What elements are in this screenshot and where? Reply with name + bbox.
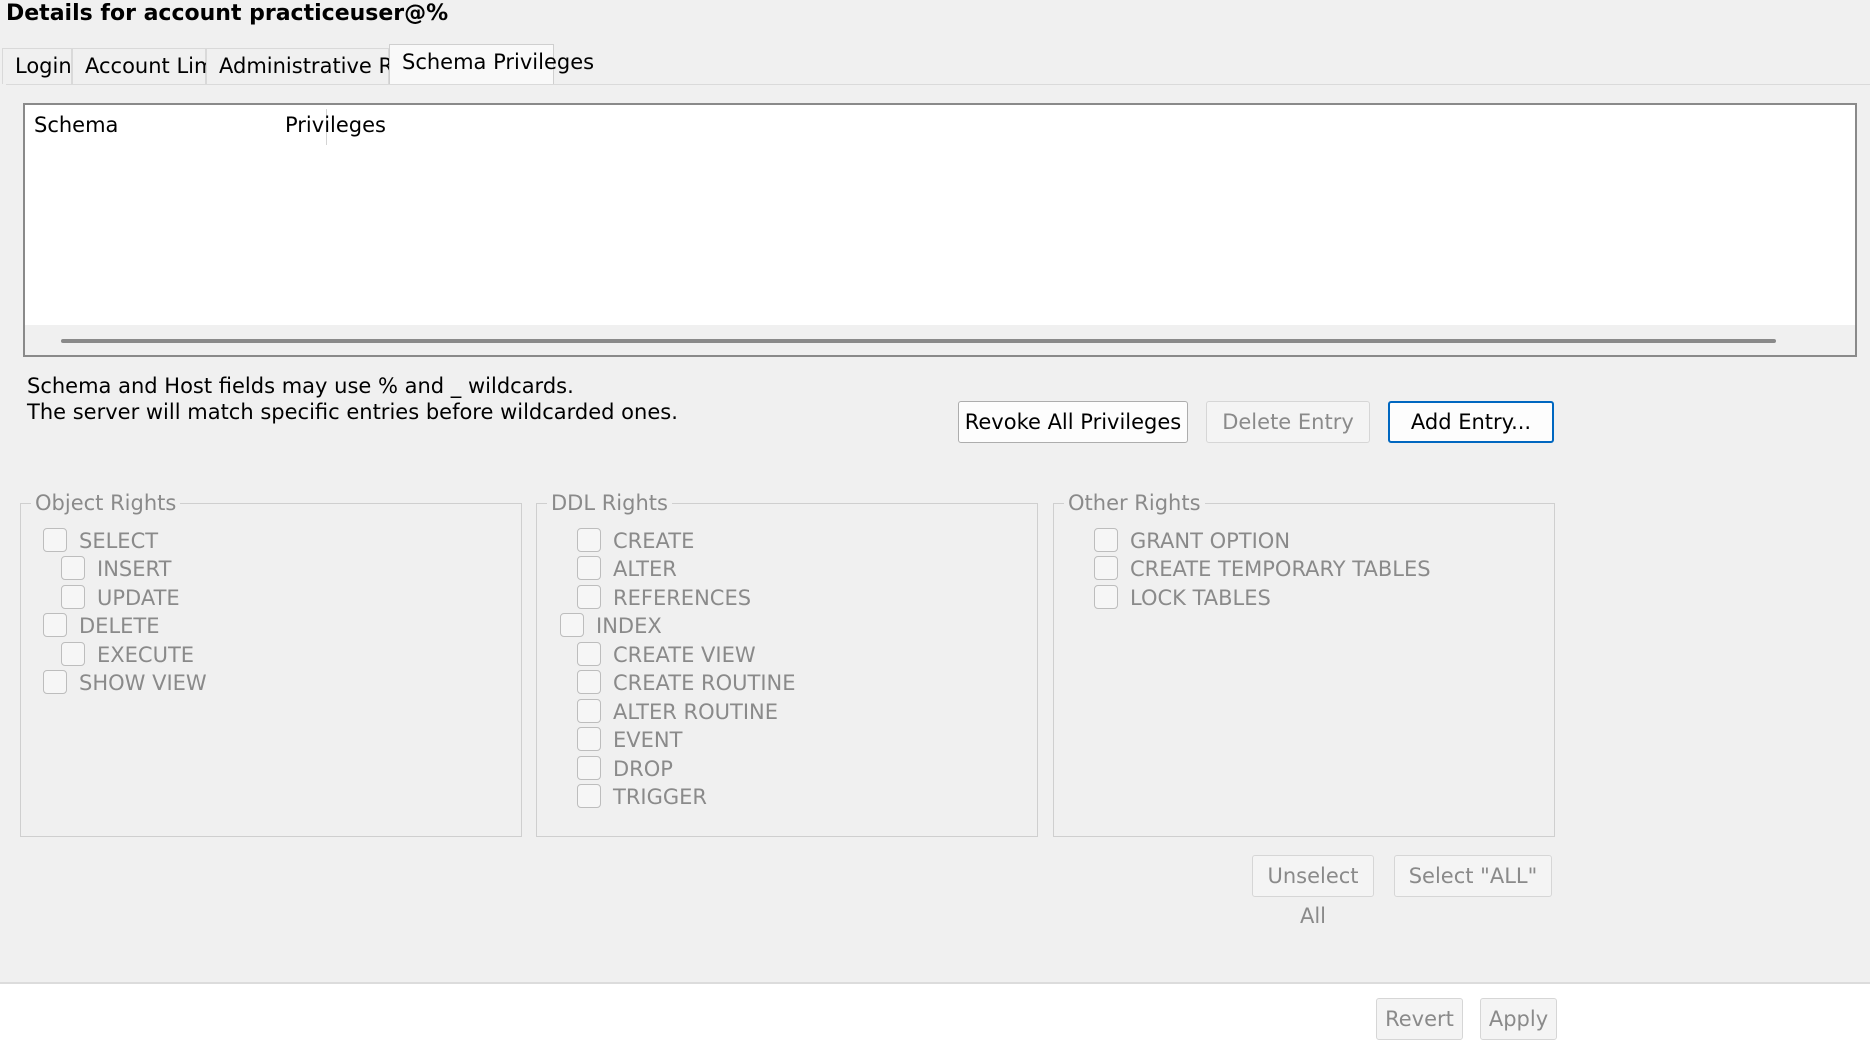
checkbox-box[interactable] (61, 585, 85, 609)
checkbox-lock-tables[interactable]: LOCK TABLES (1094, 583, 1271, 613)
select-all-button[interactable]: Select "ALL" (1394, 855, 1552, 897)
hint-line-2: The server will match specific entries b… (27, 400, 678, 424)
checkbox-label: GRANT OPTION (1130, 529, 1291, 553)
checkbox-grant-option[interactable]: GRANT OPTION (1094, 526, 1290, 556)
checkbox-box[interactable] (61, 556, 85, 580)
tab-login[interactable]: Login (2, 48, 72, 84)
checkbox-label: INDEX (596, 614, 662, 638)
tab-administrative-roles[interactable]: Administrative Roles (206, 48, 435, 84)
footer-bar: Revert Apply (0, 984, 1870, 1055)
checkbox-box[interactable] (1094, 585, 1118, 609)
checkbox-drop[interactable]: DROP (577, 754, 673, 784)
column-header-privileges[interactable]: Privileges (276, 105, 676, 145)
checkbox-box[interactable] (577, 528, 601, 552)
other-rights-title: Other Rights (1064, 490, 1205, 516)
page-title: Details for account practiceuser@% (6, 1, 449, 26)
checkbox-create-view[interactable]: CREATE VIEW (577, 640, 756, 670)
horizontal-scrollbar[interactable] (25, 325, 1855, 355)
checkbox-label: UPDATE (97, 586, 180, 610)
revoke-all-privileges-button[interactable]: Revoke All Privileges (958, 401, 1188, 443)
checkbox-trigger[interactable]: TRIGGER (577, 782, 707, 812)
checkbox-label: EVENT (613, 728, 683, 752)
checkbox-execute[interactable]: EXECUTE (61, 640, 194, 670)
checkbox-delete[interactable]: DELETE (43, 611, 160, 641)
checkbox-label: CREATE TEMPORARY TABLES (1130, 557, 1431, 581)
checkbox-index[interactable]: INDEX (560, 611, 662, 641)
scrollbar-thumb[interactable] (61, 339, 1776, 343)
revert-button[interactable]: Revert (1376, 998, 1463, 1040)
checkbox-create[interactable]: CREATE (577, 526, 694, 556)
checkbox-label: TRIGGER (613, 785, 708, 809)
checkbox-box[interactable] (577, 756, 601, 780)
checkbox-label: ALTER ROUTINE (613, 700, 779, 724)
checkbox-label: DELETE (79, 614, 160, 638)
ddl-rights-title: DDL Rights (547, 490, 672, 516)
checkbox-event[interactable]: EVENT (577, 725, 682, 755)
unselect-all-button[interactable]: Unselect All (1252, 855, 1374, 928)
checkbox-select[interactable]: SELECT (43, 526, 158, 556)
checkbox-box[interactable] (43, 670, 67, 694)
checkbox-box[interactable] (577, 642, 601, 666)
checkbox-box[interactable] (61, 642, 85, 666)
checkbox-box[interactable] (43, 613, 67, 637)
checkbox-label: CREATE ROUTINE (613, 671, 796, 695)
hint-line-1: Schema and Host fields may use % and _ w… (27, 374, 574, 398)
checkbox-label: EXECUTE (97, 643, 195, 667)
ddl-rights-group: DDL Rights CREATE ALTER REFERENCES INDEX… (536, 490, 1038, 837)
checkbox-box[interactable] (577, 556, 601, 580)
checkbox-references[interactable]: REFERENCES (577, 583, 751, 613)
apply-button[interactable]: Apply (1480, 998, 1557, 1040)
checkbox-box[interactable] (577, 727, 601, 751)
checkbox-label: ALTER (613, 557, 677, 581)
checkbox-box[interactable] (1094, 528, 1118, 552)
tab-bar: Login Account Limits Administrative Role… (0, 44, 1870, 84)
checkbox-label: CREATE (613, 529, 695, 553)
checkbox-box[interactable] (577, 670, 601, 694)
checkbox-label: SHOW VIEW (79, 671, 207, 695)
checkbox-box[interactable] (560, 613, 584, 637)
checkbox-label: INSERT (97, 557, 172, 581)
checkbox-label: SELECT (79, 529, 159, 553)
checkbox-label: CREATE VIEW (613, 643, 756, 667)
checkbox-box[interactable] (577, 784, 601, 808)
tab-account-limits[interactable]: Account Limits (72, 48, 239, 84)
delete-entry-button[interactable]: Delete Entry (1206, 401, 1370, 443)
checkbox-create-temporary-tables[interactable]: CREATE TEMPORARY TABLES (1094, 554, 1431, 584)
schema-privileges-panel: Schema Privileges Schema and Host fields… (6, 84, 1870, 980)
checkbox-label: DROP (613, 757, 673, 781)
table-header: Schema Privileges (25, 105, 1855, 145)
checkbox-show-view[interactable]: SHOW VIEW (43, 668, 207, 698)
checkbox-alter-routine[interactable]: ALTER ROUTINE (577, 697, 778, 727)
checkbox-update[interactable]: UPDATE (61, 583, 180, 613)
schema-privileges-table[interactable]: Schema Privileges (23, 103, 1857, 357)
checkbox-alter[interactable]: ALTER (577, 554, 677, 584)
checkbox-label: REFERENCES (613, 586, 752, 610)
checkbox-label: LOCK TABLES (1130, 586, 1271, 610)
tab-schema-privileges[interactable]: Schema Privileges (389, 44, 594, 84)
checkbox-box[interactable] (1094, 556, 1118, 580)
object-rights-group: Object Rights SELECT INSERT UPDATE DELET… (20, 490, 522, 837)
checkbox-insert[interactable]: INSERT (61, 554, 171, 584)
object-rights-title: Object Rights (31, 490, 181, 516)
checkbox-box[interactable] (577, 585, 601, 609)
checkbox-box[interactable] (577, 699, 601, 723)
other-rights-group: Other Rights GRANT OPTION CREATE TEMPORA… (1053, 490, 1555, 837)
add-entry-button[interactable]: Add Entry... (1388, 401, 1554, 443)
checkbox-box[interactable] (43, 528, 67, 552)
checkbox-create-routine[interactable]: CREATE ROUTINE (577, 668, 796, 698)
wildcard-hint: Schema and Host fields may use % and _ w… (27, 373, 678, 425)
